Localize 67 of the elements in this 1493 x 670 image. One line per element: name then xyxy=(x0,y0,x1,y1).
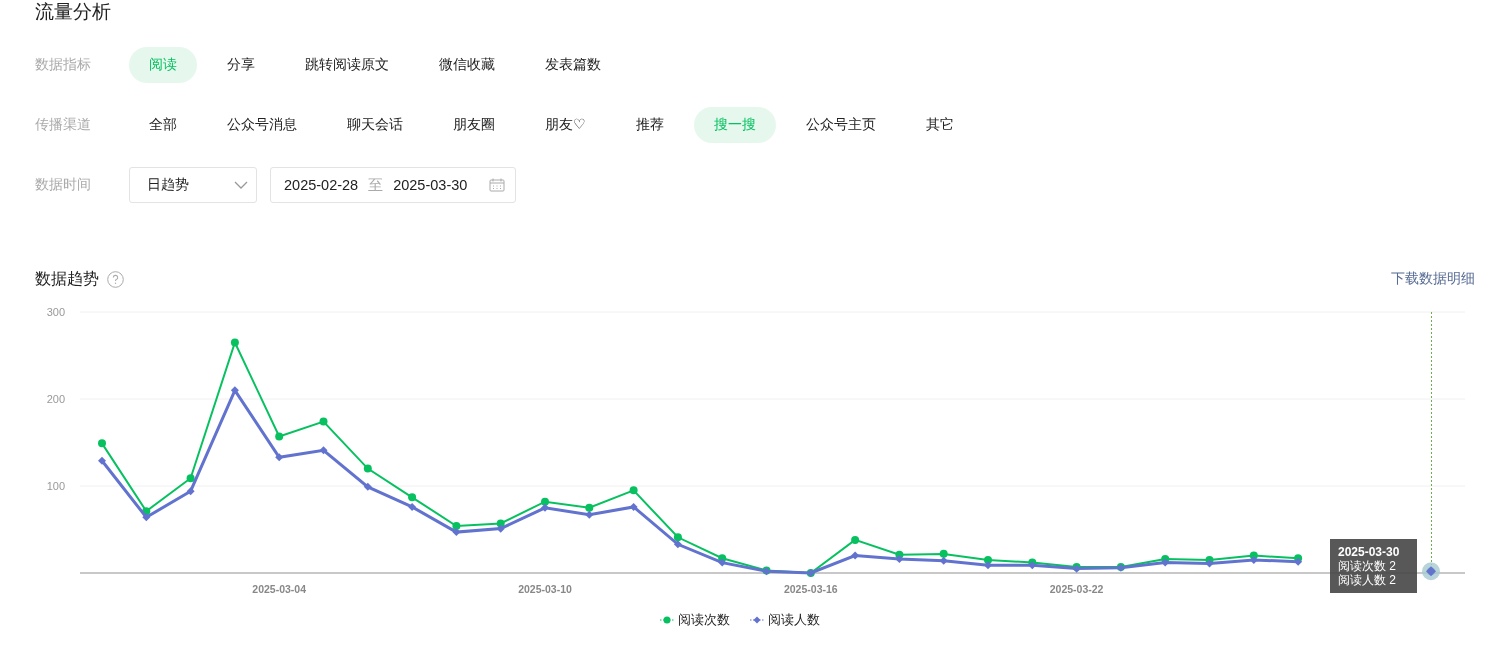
granularity-select[interactable]: 日趋势 xyxy=(129,167,257,203)
filter-option[interactable]: 微信收藏 xyxy=(419,47,515,83)
x-axis-label: 2025-03-04 xyxy=(252,583,307,595)
tooltip-date: 2025-03-30 xyxy=(1338,545,1401,559)
filter-option[interactable]: 跳转阅读原文 xyxy=(285,47,409,83)
filter-label: 数据指标 xyxy=(35,56,92,74)
y-axis-label: 100 xyxy=(46,480,65,492)
filter-option[interactable]: 其它 xyxy=(905,107,974,143)
legend-label: 阅读次数 xyxy=(678,611,730,629)
legend-label: 阅读人数 xyxy=(768,611,820,629)
page-title: 流量分析 xyxy=(35,1,111,22)
x-axis-label: 2025-03-22 xyxy=(1049,583,1104,595)
point xyxy=(98,439,106,448)
point xyxy=(851,551,860,560)
point xyxy=(895,555,904,564)
point xyxy=(585,510,594,519)
point xyxy=(673,533,682,542)
point xyxy=(629,486,638,495)
date-range-field[interactable]: 2025-02-28 至 2025-03-30 xyxy=(270,167,516,203)
point xyxy=(408,493,417,502)
point xyxy=(452,522,461,531)
point xyxy=(230,386,239,395)
point xyxy=(939,549,948,558)
filter-option[interactable]: 公众号主页 xyxy=(785,107,896,143)
point xyxy=(408,502,417,511)
y-axis-label: 200 xyxy=(46,393,65,405)
point xyxy=(541,503,549,512)
point xyxy=(673,540,682,549)
filter-label: 数据时间 xyxy=(35,176,92,194)
filter-label: 传播渠道 xyxy=(35,116,92,134)
filter-option[interactable]: 全部 xyxy=(129,107,197,143)
tooltip-row-text: 阅读人数 2 xyxy=(1338,573,1397,587)
point xyxy=(186,487,195,496)
point xyxy=(452,528,461,537)
point xyxy=(629,502,638,511)
section-title: 数据趋势 xyxy=(35,268,99,289)
point xyxy=(319,417,328,426)
point xyxy=(275,432,284,441)
filter-option[interactable]: 朋友♡ xyxy=(525,107,606,143)
filter-option[interactable]: 公众号消息 xyxy=(207,107,317,143)
point xyxy=(363,482,372,491)
point xyxy=(718,558,727,567)
point xyxy=(363,464,372,473)
calendar-icon xyxy=(489,178,505,192)
x-axis-label: 2025-03-10 xyxy=(518,583,572,595)
point xyxy=(851,535,860,544)
point xyxy=(319,446,328,455)
highlighted-point xyxy=(1422,562,1440,581)
download-link[interactable]: 下载数据明细 xyxy=(1391,270,1475,288)
y-axis-label: 300 xyxy=(46,306,65,318)
point xyxy=(186,474,195,483)
point xyxy=(984,561,992,570)
x-axis-label: 2025-03-16 xyxy=(783,583,838,595)
tooltip-row-text: 阅读次数 2 xyxy=(1338,559,1397,573)
help-icon[interactable] xyxy=(107,270,124,288)
point xyxy=(585,503,594,512)
point xyxy=(496,524,505,533)
filter-option[interactable]: 推荐 xyxy=(615,107,684,143)
point xyxy=(275,453,284,462)
point xyxy=(230,338,239,347)
filter-option[interactable]: 发表篇数 xyxy=(525,47,621,83)
chevron-down-icon xyxy=(234,181,248,189)
point xyxy=(98,456,106,465)
filter-option[interactable]: 分享 xyxy=(207,47,275,83)
point xyxy=(142,513,151,522)
filter-option[interactable]: 聊天会话 xyxy=(327,107,423,143)
filter-option[interactable]: 朋友圈 xyxy=(433,107,515,143)
